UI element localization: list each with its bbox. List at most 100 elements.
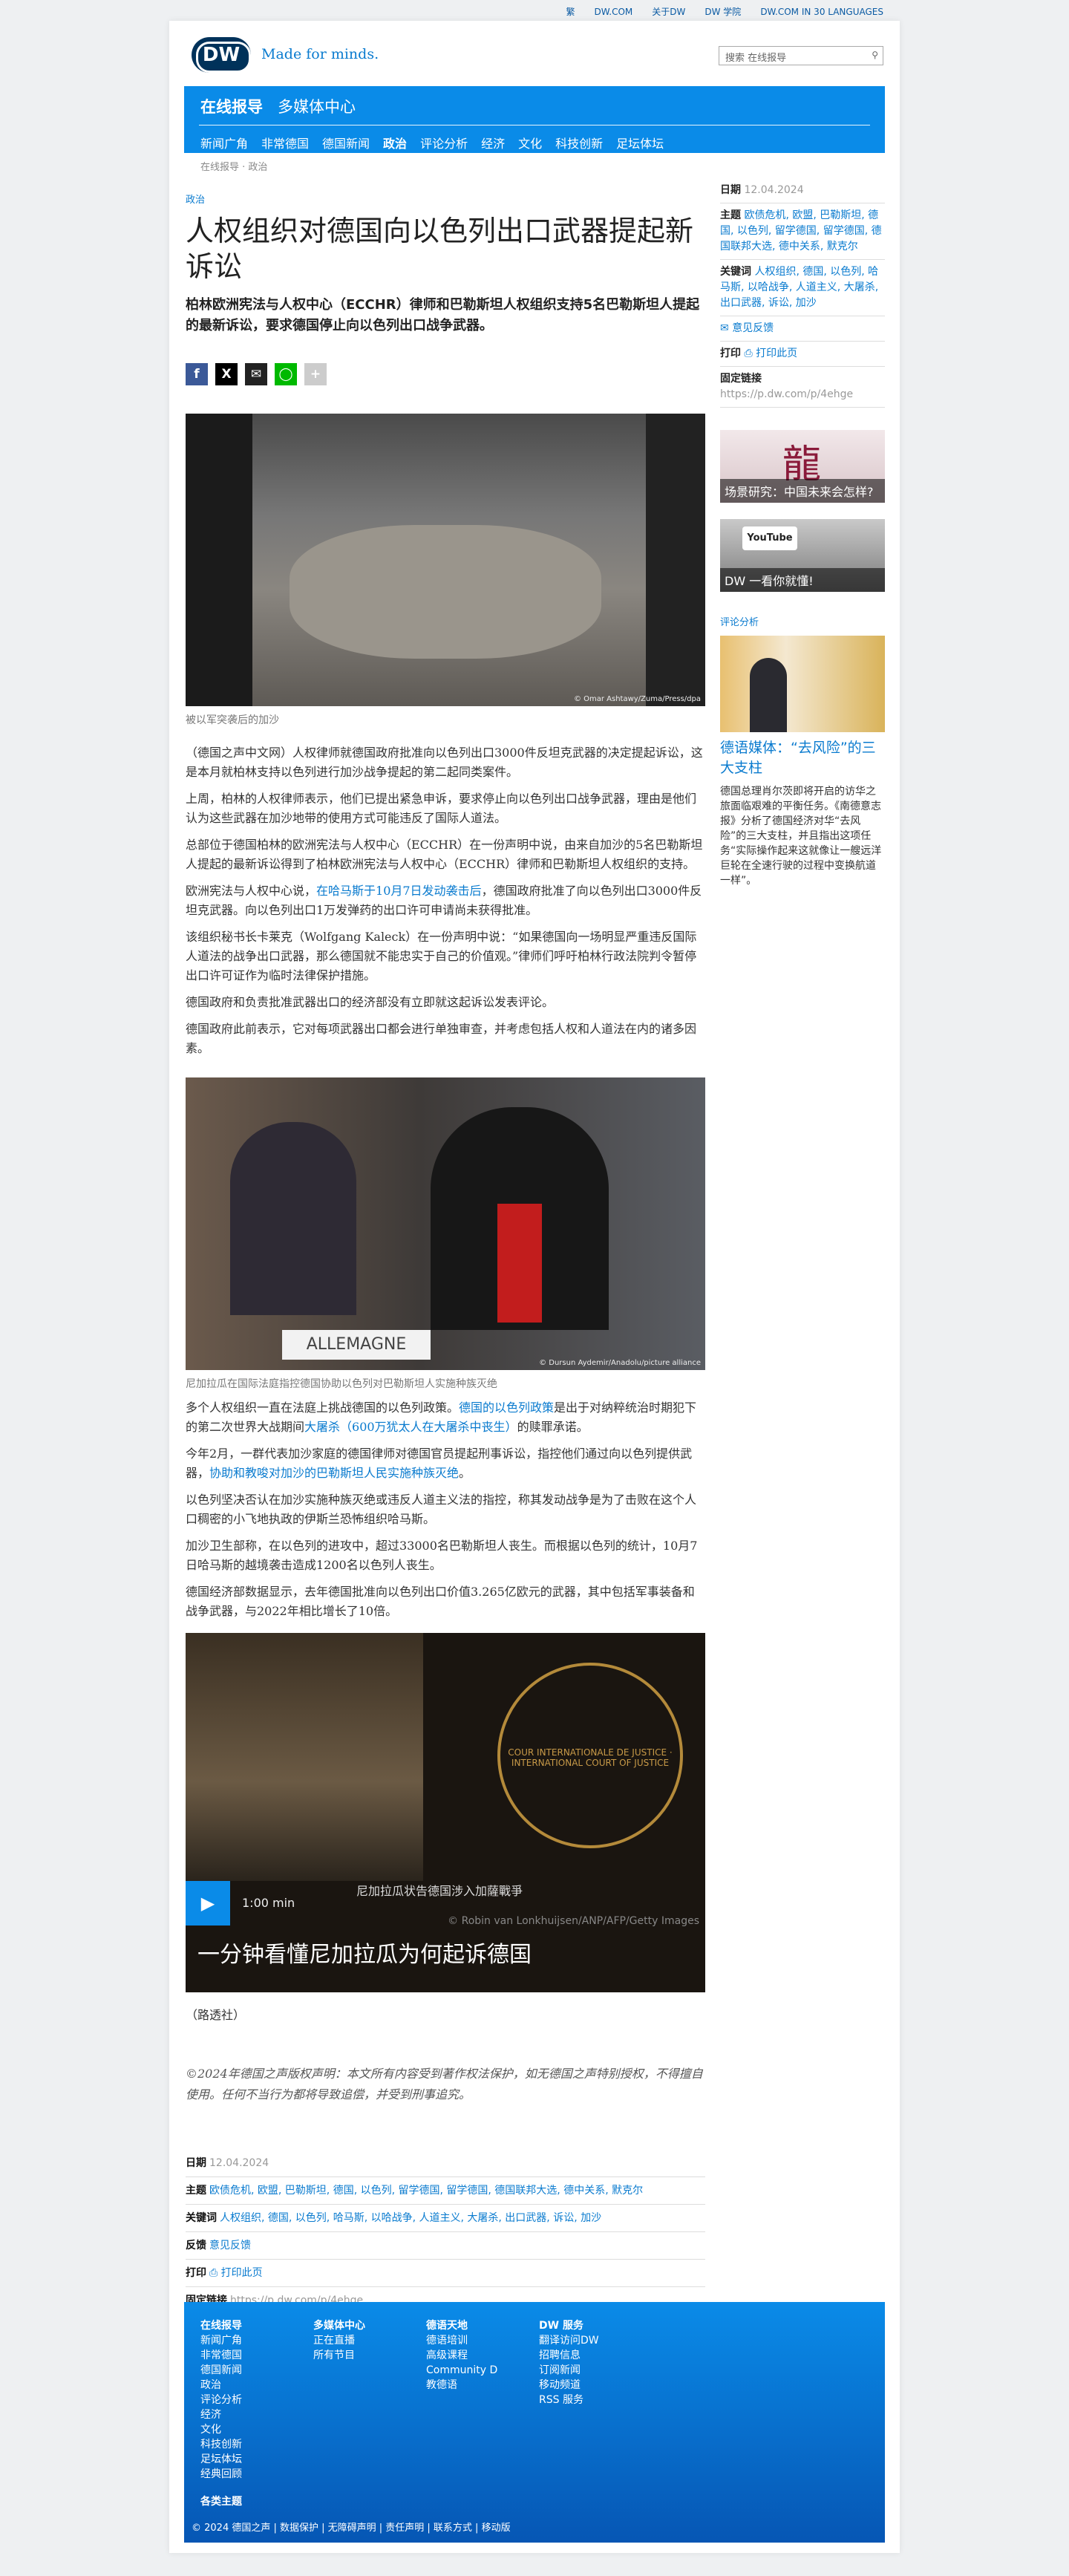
footer-link[interactable]: 高级课程 [426, 2348, 497, 2363]
image-credit: © Dursun Aydemir/Anadolu/picture allianc… [539, 1359, 701, 1367]
footer-link[interactable]: 订阅新闻 [539, 2363, 599, 2378]
side-print: 打印 ⎙ 打印此页 [720, 342, 885, 367]
inline-link[interactable]: 在哈马斯于10月7日发动袭击后 [316, 884, 482, 898]
top-link[interactable]: DW 学院 [705, 7, 741, 17]
nav-item[interactable]: 非常德国 [261, 137, 309, 151]
nav-item[interactable]: 足坛体坛 [616, 137, 664, 151]
footer-link[interactable]: 文化 [200, 2422, 242, 2437]
mail-icon[interactable]: ✉ [720, 322, 732, 334]
breadcrumb[interactable]: 在线报导 · 政治 [200, 159, 267, 173]
paragraph: （德国之声中文网）人权律师就德国政府批准向以色列出口3000件反坦克武器的决定提… [186, 746, 703, 779]
paragraph: 多个人权组织一直在法庭上挑战德国的以色列政策。德国的以色列政策是出于对纳粹统治时… [186, 1401, 697, 1434]
header: DW Made for minds. 搜索 在线报导 ⚲ [169, 21, 900, 86]
article-lead: 柏林欧洲宪法与人权中心（ECCHR）律师和巴勒斯坦人权组织支持5名巴勒斯坦人提起… [186, 297, 700, 333]
footer-link[interactable]: 所有节目 [313, 2348, 365, 2363]
magnifier-icon[interactable]: ⚲ [872, 50, 878, 60]
teaser-title[interactable]: 场景研究：中国未来会怎样? [720, 479, 885, 503]
scholz-image[interactable] [720, 636, 885, 732]
play-icon[interactable]: ▶ [186, 1881, 230, 1926]
footer-link[interactable]: 德国新闻 [200, 2363, 242, 2378]
meta-date: 日期 12.04.2024 [186, 2150, 705, 2177]
footer-link[interactable]: RSS 服务 [539, 2393, 599, 2407]
paragraph: 上周，柏林的人权律师表示，他们已提出紧急申诉，要求停止向以色列出口战争武器，理由… [186, 792, 697, 825]
video-title[interactable]: 一分钟看懂尼加拉瓜为何起诉德国 [197, 1936, 532, 1969]
article: 政治 人权组织对德国向以色列出口武器提起新诉讼 柏林欧洲宪法与人权中心（ECCH… [186, 192, 705, 2315]
nav-section-media[interactable]: 多媒体中心 [278, 95, 356, 117]
footer-link[interactable]: 足坛体坛 [200, 2452, 242, 2467]
meta-print: 打印 ⎙ 打印此页 [186, 2260, 705, 2287]
footer-link[interactable]: 评论分析 [200, 2393, 242, 2407]
x-share-icon[interactable]: X [215, 363, 238, 385]
footer: 在线报导 新闻广角 非常德国 德国新闻 政治 评论分析 经济 文化 科技创新 足坛体坛 经典回顾 多… [184, 2302, 885, 2543]
paragraph: 该组织秘书长卡莱克（Wolfgang Kaleck）在一份声明中说：“如果德国向… [186, 930, 697, 982]
footer-heading[interactable]: DW 服务 [539, 2318, 599, 2333]
paragraph: 总部位于德国柏林的欧洲宪法与人权中心（ECCHR）在一份声明中说，由来自加沙的5… [186, 838, 703, 871]
side-date: 日期 12.04.2024 [720, 178, 885, 203]
inline-link[interactable]: 大屠杀（600万犹太人在大屠杀中丧生） [304, 1420, 517, 1434]
top-link[interactable]: 关于DW [652, 7, 685, 17]
line-share-icon[interactable]: ◯ [275, 363, 297, 385]
footer-topics[interactable]: 各类主题 [200, 2494, 242, 2508]
footer-link[interactable]: 德语培训 [426, 2333, 497, 2348]
top-link[interactable]: DW.COM [595, 7, 633, 17]
article-kicker[interactable]: 政治 [186, 192, 705, 206]
side-kicker[interactable]: 评论分析 [720, 614, 885, 628]
nav-section-online[interactable]: 在线报导 [200, 95, 263, 117]
footer-link[interactable]: 教德语 [426, 2378, 497, 2393]
image-credit: © Omar Ashtawy/Zuma/Press/dpa [573, 695, 701, 703]
nav-item[interactable]: 评论分析 [420, 137, 468, 151]
paragraph: 德国政府此前表示，它对每项武器出口都会进行单独审查，并考虑包括人权和人道法在内的… [186, 1022, 697, 1055]
nav-item[interactable]: 科技创新 [555, 137, 603, 151]
footer-link[interactable]: 新闻广角 [200, 2333, 242, 2348]
footer-heading[interactable]: 德语天地 [426, 2318, 497, 2333]
youtube-logo: YouTube [742, 526, 797, 550]
section-nav: 在线报导 多媒体中心 新闻广角 非常德国 德国新闻 政治 评论分析 经济 文化 科技创新 足坛体… [184, 86, 885, 153]
footer-col-media: 多媒体中心 正在直播 所有节目 [313, 2318, 365, 2363]
footer-link[interactable]: 非常德国 [200, 2348, 242, 2363]
court-hearing-image: ALLEMAGNE © Dursun Aydemir/Anadolu/pictu… [186, 1077, 705, 1370]
video-subtitle: 尼加拉瓜状告德国涉入加薩戰爭 [356, 1884, 523, 1898]
print-icon[interactable]: ⎙ [209, 2267, 221, 2279]
print-icon[interactable]: ⎙ [744, 348, 756, 359]
paragraph: 加沙卫生部称，在以色列的进攻中，超过33000名巴勒斯坦人丧生。而根据以色列的统… [186, 1539, 698, 1572]
footer-link[interactable]: 政治 [200, 2378, 242, 2393]
sidebar: 日期 12.04.2024 主题 欧债危机, 欧盟, 巴勒斯坦, 德国, 以色列… [720, 178, 885, 888]
teaser-title[interactable]: DW 一看你就懂! [720, 568, 885, 592]
teaser-youtube[interactable]: YouTube DW 一看你就懂! [720, 519, 885, 592]
meta-topics: 主题 欧债危机, 欧盟, 巴勒斯坦, 德国, 以色列, 留学德国, 留学德国, 德… [186, 2177, 705, 2205]
footer-bottom[interactable]: © 2024 德国之声 | 数据保护 | 无障碍声明 | 责任声明 | 联系方式… [192, 2520, 511, 2534]
gaza-rubble-image: © Omar Ashtawy/Zuma/Press/dpa [186, 414, 705, 706]
nav-item[interactable]: 文化 [518, 137, 542, 151]
top-link[interactable]: 繁 [566, 7, 575, 17]
inline-link[interactable]: 协助和教唆对加沙的巴勒斯坦人民实施种族灭绝 [209, 1466, 459, 1480]
inline-link[interactable]: 德国的以色列政策 [459, 1401, 554, 1415]
footer-link[interactable]: 正在直播 [313, 2333, 365, 2348]
dw-logo[interactable]: DW [192, 37, 251, 73]
nav-item[interactable]: 经济 [481, 137, 505, 151]
article-title: 人权组织对德国向以色列出口武器提起新诉讼 [186, 215, 694, 283]
footer-heading[interactable]: 多媒体中心 [313, 2318, 365, 2333]
footer-link[interactable]: 移动频道 [539, 2378, 599, 2393]
email-share-icon[interactable]: ✉ [245, 363, 267, 385]
footer-link[interactable]: Community D [426, 2363, 497, 2378]
side-headline[interactable]: 德语媒体：“去风险”的三大支柱 [720, 738, 885, 778]
video-duration: 1:00 min [242, 1896, 295, 1910]
video-player[interactable]: COUR INTERNATIONALE DE JUSTICE · INTERNA… [186, 1633, 705, 1992]
footer-link[interactable]: 科技创新 [200, 2437, 242, 2452]
footer-link[interactable]: 经济 [200, 2407, 242, 2422]
nav-item[interactable]: 政治 [383, 137, 407, 151]
nav-item[interactable]: 新闻广角 [200, 137, 248, 151]
search-input[interactable]: 搜索 在线报导 ⚲ [719, 46, 883, 65]
nav-items: 新闻广角 非常德国 德国新闻 政治 评论分析 经济 文化 科技创新 足坛体坛 [200, 134, 677, 151]
teaser-future-china[interactable]: 龍 场景研究：中国未来会怎样? [720, 430, 885, 503]
more-share-icon[interactable]: + [304, 363, 327, 385]
footer-link[interactable]: 翻译访问DW [539, 2333, 599, 2348]
footer-link[interactable]: 招聘信息 [539, 2348, 599, 2363]
top-link[interactable]: DW.COM IN 30 LANGUAGES [760, 7, 883, 17]
footer-heading[interactable]: 在线报导 [200, 2318, 242, 2333]
nav-item[interactable]: 德国新闻 [322, 137, 370, 151]
footer-col-german: 德语天地 德语培训 高级课程 Community D 教德语 [426, 2318, 497, 2393]
footer-link[interactable]: 经典回顾 [200, 2467, 242, 2482]
facebook-share-icon[interactable]: f [186, 363, 208, 385]
image-caption: 尼加拉瓜在国际法庭指控德国协助以色列对巴勒斯坦人实施种族灭绝 [186, 1378, 497, 1390]
